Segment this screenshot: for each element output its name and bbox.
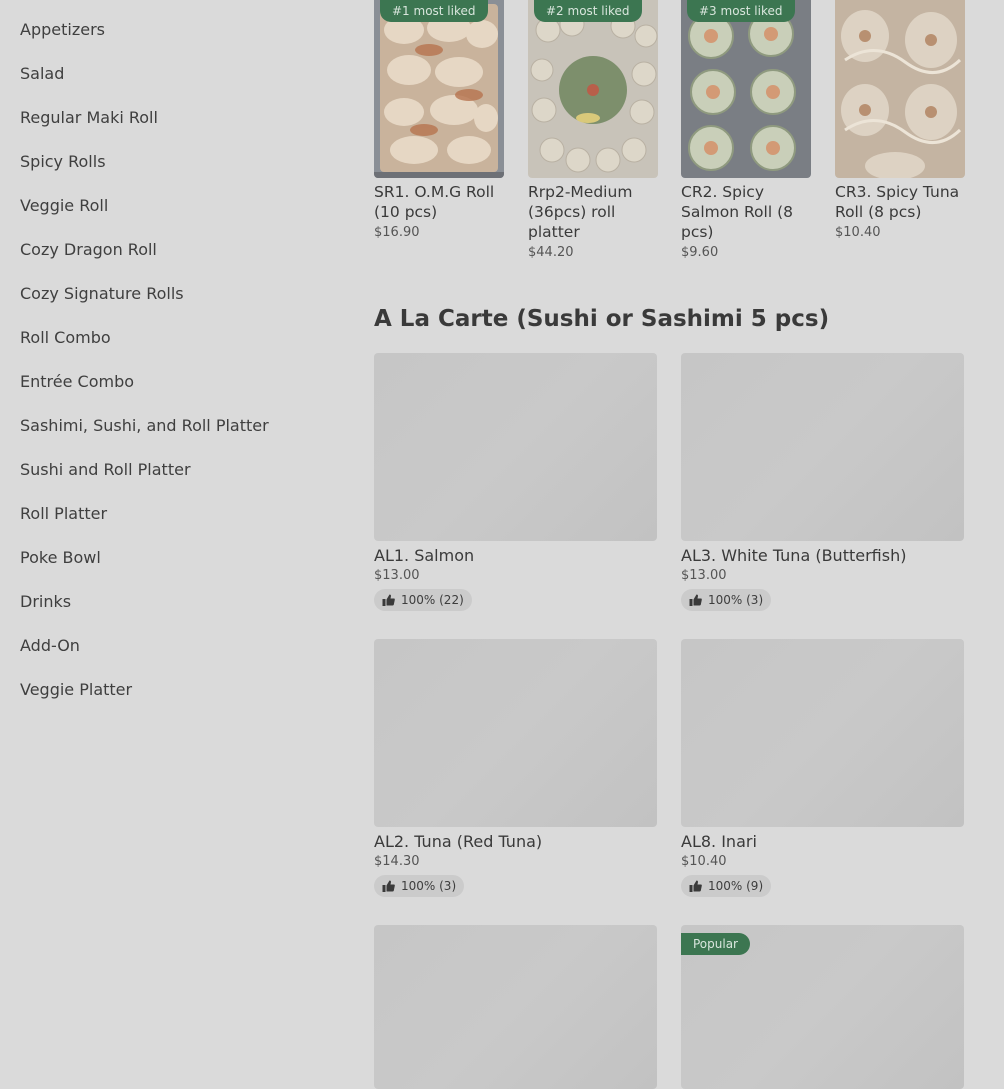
item-name: CR2. Spicy Salmon Roll (8 pcs)	[681, 183, 793, 241]
item-price: $16.90	[374, 225, 420, 240]
menu-item-card[interactable]: Popular	[681, 925, 964, 1089]
item-name: CR3. Spicy Tuna Roll (8 pcs)	[835, 183, 960, 221]
most-liked-card-1[interactable]: #1 most liked SR1. O.M.G Roll (10 pcs) $…	[374, 0, 504, 240]
item-name: AL3. White Tuna (Butterfish)	[681, 546, 907, 565]
item-price: $10.40	[835, 225, 881, 240]
thumbs-up-icon	[382, 880, 395, 892]
most-liked-card-2[interactable]: #2 most liked Rrp2-Medium (36pcs) roll p…	[528, 0, 658, 260]
item-photo: #3 most liked	[681, 0, 811, 178]
item-price: $44.20	[528, 245, 574, 260]
item-price: $10.40	[681, 854, 727, 869]
sidebar-item-sushi-and-roll-platter[interactable]: Sushi and Roll Platter	[20, 460, 191, 479]
item-photo-placeholder	[374, 353, 657, 541]
menu-item-card[interactable]: AL3. White Tuna (Butterfish) $13.00 100%…	[681, 353, 964, 611]
item-name: AL1. Salmon	[374, 546, 475, 565]
sidebar-item-entree-combo[interactable]: Entrée Combo	[20, 372, 134, 391]
most-liked-card-3[interactable]: #3 most liked CR2. Spicy Salmon Roll (8 …	[681, 0, 811, 260]
sidebar-item-roll-platter[interactable]: Roll Platter	[20, 504, 107, 523]
menu-item-card[interactable]: AL1. Salmon $13.00 100% (22)	[374, 353, 657, 611]
item-name: AL2. Tuna (Red Tuna)	[374, 832, 543, 851]
sidebar-item-cozy-dragon-roll[interactable]: Cozy Dragon Roll	[20, 240, 157, 259]
popular-badge: Popular	[681, 933, 750, 955]
item-name: SR1. O.M.G Roll (10 pcs)	[374, 183, 495, 221]
menu-main: #1 most liked SR1. O.M.G Roll (10 pcs) $…	[374, 0, 974, 1089]
sidebar-item-veggie-platter[interactable]: Veggie Platter	[20, 680, 132, 699]
item-price: $9.60	[681, 245, 719, 260]
item-photo: #2 most liked	[528, 0, 658, 178]
sidebar-item-add-on[interactable]: Add-On	[20, 636, 80, 655]
item-photo-placeholder	[681, 639, 964, 827]
item-price: $13.00	[374, 568, 420, 583]
sidebar-item-sashimi-sushi-roll-platter[interactable]: Sashimi, Sushi, and Roll Platter	[20, 416, 269, 435]
item-name: AL8. Inari	[681, 832, 757, 851]
sidebar-item-spicy-rolls[interactable]: Spicy Rolls	[20, 152, 106, 171]
thumbs-up-icon	[382, 594, 395, 606]
rating-badge: 100% (3)	[681, 589, 772, 611]
menu-item-card[interactable]: AL8. Inari $10.40 100% (9)	[681, 639, 964, 897]
menu-item-card[interactable]: AL2. Tuna (Red Tuna) $14.30 100% (3)	[374, 639, 657, 897]
rating-text: 100% (22)	[401, 593, 464, 607]
thumbs-up-icon	[689, 880, 702, 892]
sidebar-item-roll-combo[interactable]: Roll Combo	[20, 328, 111, 347]
item-photo-placeholder	[681, 353, 964, 541]
sidebar-item-regular-maki-roll[interactable]: Regular Maki Roll	[20, 108, 158, 127]
item-name: Rrp2-Medium (36pcs) roll platter	[528, 183, 633, 241]
rating-badge: 100% (3)	[374, 875, 465, 897]
item-photo-placeholder	[374, 925, 657, 1089]
rank-badge: #3 most liked	[687, 0, 795, 22]
item-photo	[835, 0, 965, 178]
thumbs-up-icon	[689, 594, 702, 606]
sidebar-item-salad[interactable]: Salad	[20, 64, 64, 83]
item-photo-placeholder	[374, 639, 657, 827]
rating-text: 100% (3)	[708, 593, 764, 607]
sidebar-item-poke-bowl[interactable]: Poke Bowl	[20, 548, 101, 567]
rank-badge: #2 most liked	[534, 0, 642, 22]
most-liked-card-4[interactable]: CR3. Spicy Tuna Roll (8 pcs) $10.40	[835, 0, 965, 240]
item-photo: #1 most liked	[374, 0, 504, 178]
item-price: $14.30	[374, 854, 420, 869]
rating-text: 100% (3)	[401, 879, 457, 893]
sidebar-item-veggie-roll[interactable]: Veggie Roll	[20, 196, 108, 215]
sidebar-item-drinks[interactable]: Drinks	[20, 592, 71, 611]
sidebar-item-appetizers[interactable]: Appetizers	[20, 20, 105, 39]
section-title: A La Carte (Sushi or Sashimi 5 pcs)	[374, 306, 830, 332]
rank-badge: #1 most liked	[380, 0, 488, 22]
menu-item-card[interactable]	[374, 925, 657, 1089]
rating-text: 100% (9)	[708, 879, 764, 893]
sidebar-item-cozy-signature-rolls[interactable]: Cozy Signature Rolls	[20, 284, 184, 303]
rating-badge: 100% (22)	[374, 589, 472, 611]
rating-badge: 100% (9)	[681, 875, 772, 897]
item-price: $13.00	[681, 568, 727, 583]
